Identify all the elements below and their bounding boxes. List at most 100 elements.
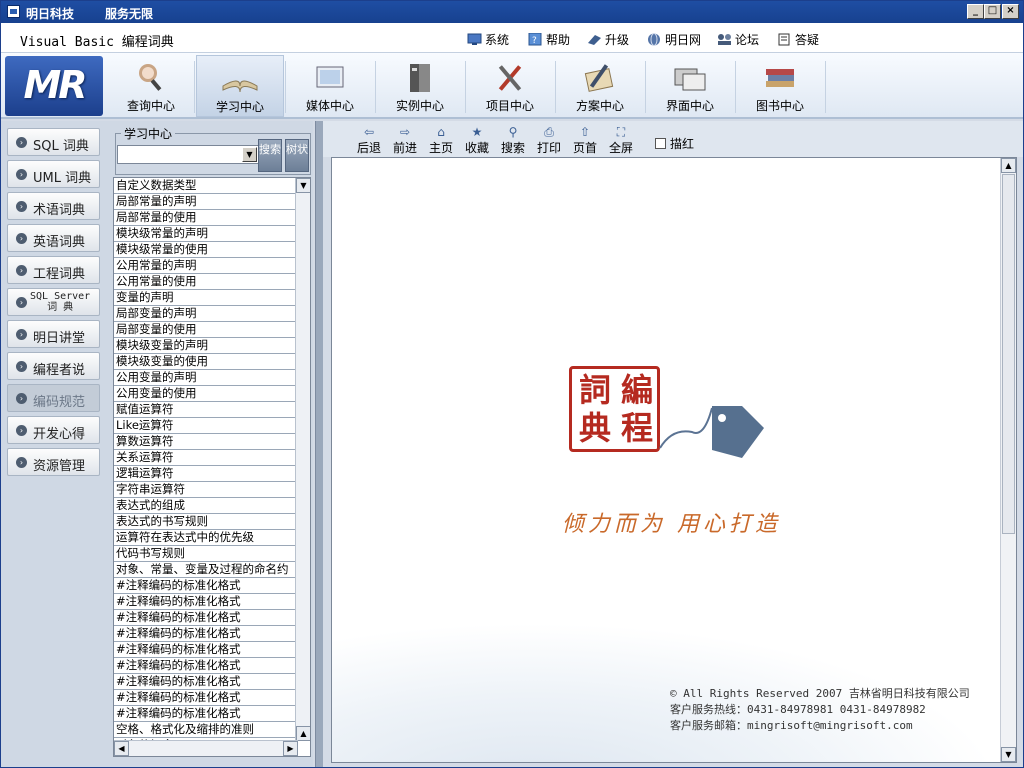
header-link-mingri[interactable]: 明日网 <box>647 31 701 48</box>
nav-example-center[interactable]: 实例中心 <box>376 55 464 117</box>
nav-ui-center[interactable]: 界面中心 <box>646 55 734 117</box>
scroll-down-icon[interactable]: ▼ <box>296 178 310 193</box>
list-item[interactable]: 局部常量的使用 <box>114 210 298 226</box>
list-item[interactable]: #注释编码的标准化格式 <box>114 626 298 642</box>
list-item[interactable]: 逻辑运算符 <box>114 466 298 482</box>
chevron-down-icon[interactable]: ▼ <box>242 147 257 162</box>
content-vertical-scrollbar[interactable]: ▲ ▼ <box>1000 158 1016 762</box>
close-button[interactable]: × <box>1002 4 1019 19</box>
arrow-right-icon: › <box>16 265 27 276</box>
sidebar-item-coding-standard[interactable]: › 编码规范 <box>7 384 100 412</box>
scroll-thumb[interactable] <box>1002 174 1015 534</box>
nav-query-center[interactable]: 查询中心 <box>107 55 195 117</box>
list-item[interactable]: 算数运算符 <box>114 434 298 450</box>
header-link-system[interactable]: 系统 <box>467 31 509 48</box>
email-line: 客户服务邮箱：mingrisoft@mingrisoft.com <box>670 719 913 732</box>
scroll-up-icon[interactable]: ▲ <box>1001 158 1016 173</box>
list-item[interactable]: 代码书写规则 <box>114 546 298 562</box>
topic-combo[interactable]: ▼ <box>117 145 259 164</box>
sidebar-item-resources[interactable]: › 资源管理 <box>7 448 100 476</box>
search-button[interactable]: 搜索 <box>258 139 282 172</box>
search-toolbar-button[interactable]: ⚲ 搜索 <box>497 125 529 156</box>
list-item[interactable]: 空格、格式化及缩排的准则 <box>114 722 298 738</box>
list-item[interactable]: 公用变量的声明 <box>114 370 298 386</box>
list-item[interactable]: 运算符在表达式中的优先级 <box>114 530 298 546</box>
favorite-icon: ★ <box>471 125 483 139</box>
list-item[interactable]: 局部变量的声明 <box>114 306 298 322</box>
sidebar-item-terms[interactable]: › 术语词典 <box>7 192 100 220</box>
list-horizontal-scrollbar[interactable]: ◀ ▶ <box>114 740 298 756</box>
list-item[interactable]: 赋值运算符 <box>114 402 298 418</box>
list-item[interactable]: #注释编码的标准化格式 <box>114 594 298 610</box>
nav-project-center[interactable]: 项目中心 <box>466 55 554 117</box>
mr-logo: MR <box>5 56 103 116</box>
list-item[interactable]: #注释编码的标准化格式 <box>114 610 298 626</box>
list-item[interactable]: 局部变量的使用 <box>114 322 298 338</box>
scroll-down-icon[interactable]: ▼ <box>1001 747 1016 762</box>
list-item[interactable]: #注释编码的标准化格式 <box>114 674 298 690</box>
nav-study-center[interactable]: 学习中心 <box>196 55 284 117</box>
list-item[interactable]: 模块级常量的使用 <box>114 242 298 258</box>
home-button[interactable]: ⌂ 主页 <box>425 125 457 156</box>
list-item[interactable]: 关系运算符 <box>114 450 298 466</box>
list-item[interactable]: 模块级常量的声明 <box>114 226 298 242</box>
checkbox-box[interactable] <box>655 138 666 149</box>
print-button[interactable]: ⎙ 打印 <box>533 125 565 156</box>
trace-red-checkbox[interactable]: 描红 <box>655 135 694 152</box>
list-item[interactable]: #注释编码的标准化格式 <box>114 658 298 674</box>
sidebar-item-uml[interactable]: › UML 词典 <box>7 160 100 188</box>
forward-button[interactable]: ⇨ 前进 <box>389 125 421 156</box>
list-item[interactable]: Like运算符 <box>114 418 298 434</box>
list-item[interactable]: #注释编码的标准化格式 <box>114 578 298 594</box>
list-item[interactable]: 公用常量的使用 <box>114 274 298 290</box>
topic-list[interactable]: 自定义数据类型 局部常量的声明 局部常量的使用 模块级常量的声明 模块级常量的使用 公用常… <box>113 177 311 757</box>
header-link-forum[interactable]: 论坛 <box>717 31 759 48</box>
list-item[interactable]: 公用常量的声明 <box>114 258 298 274</box>
panel-splitter[interactable] <box>315 121 323 767</box>
favorite-button[interactable]: ★ 收藏 <box>461 125 493 156</box>
header-link-label: 帮助 <box>546 33 571 47</box>
list-item[interactable]: #注释编码的标准化格式 <box>114 706 298 722</box>
sidebar-item-engineering[interactable]: › 工程词典 <box>7 256 100 284</box>
app-icon[interactable] <box>7 5 20 18</box>
list-item[interactable]: 表达式的组成 <box>114 498 298 514</box>
sidebar-item-sqlserver[interactable]: › SQL Server 词 典 <box>7 288 100 316</box>
list-vertical-scrollbar[interactable]: ▼ ▲ <box>295 178 310 741</box>
list-item[interactable]: 局部常量的声明 <box>114 194 298 210</box>
list-item[interactable]: #注释编码的标准化格式 <box>114 690 298 706</box>
header-link-upgrade[interactable]: 升级 <box>587 31 629 48</box>
sidebar-item-programmer-says[interactable]: › 编程者说 <box>7 352 100 380</box>
window-slogan: 服务无限 <box>105 7 154 21</box>
header-link-label: 升级 <box>605 33 630 47</box>
minimize-button[interactable]: _ <box>967 4 984 19</box>
sidebar-item-english[interactable]: › 英语词典 <box>7 224 100 252</box>
fullscreen-button[interactable]: ⛶ 全屏 <box>605 125 637 156</box>
list-item[interactable]: 公用变量的使用 <box>114 386 298 402</box>
scroll-left-icon[interactable]: ◀ <box>114 741 129 756</box>
header-link-help[interactable]: ? 帮助 <box>528 31 570 48</box>
scroll-up-icon[interactable]: ▲ <box>296 726 310 741</box>
sidebar-item-dev-experience[interactable]: › 开发心得 <box>7 416 100 444</box>
list-item[interactable]: 模块级变量的使用 <box>114 354 298 370</box>
nav-book-center[interactable]: 图书中心 <box>736 55 824 117</box>
nav-media-center[interactable]: 媒体中心 <box>286 55 374 117</box>
scroll-right-icon[interactable]: ▶ <box>283 741 298 756</box>
list-item[interactable]: #注释编码的标准化格式 <box>114 642 298 658</box>
maximize-button[interactable]: □ <box>984 4 1001 19</box>
nav-solution-center[interactable]: 方案中心 <box>556 55 644 117</box>
sidebar-item-lecture[interactable]: › 明日讲堂 <box>7 320 100 348</box>
list-item[interactable]: 变量的声明 <box>114 290 298 306</box>
tree-view-button[interactable]: 树状 <box>285 139 309 172</box>
list-item[interactable]: 字符串运算符 <box>114 482 298 498</box>
list-item[interactable]: 自定义数据类型 <box>114 178 298 194</box>
page-top-button[interactable]: ⇧ 页首 <box>569 125 601 156</box>
list-item[interactable]: 模块级变量的声明 <box>114 338 298 354</box>
hotline-line: 客户服务热线：0431-84978981 0431-84978982 <box>670 703 926 716</box>
list-item[interactable]: 表达式的书写规则 <box>114 514 298 530</box>
list-item[interactable]: 对象、常量、变量及过程的命名约 <box>114 562 298 578</box>
upgrade-icon <box>587 33 602 46</box>
back-button[interactable]: ⇦ 后退 <box>353 125 385 156</box>
arrow-right-icon: › <box>16 361 27 372</box>
header-link-qa[interactable]: 答疑 <box>777 31 819 48</box>
sidebar-item-sql[interactable]: › SQL 词典 <box>7 128 100 156</box>
